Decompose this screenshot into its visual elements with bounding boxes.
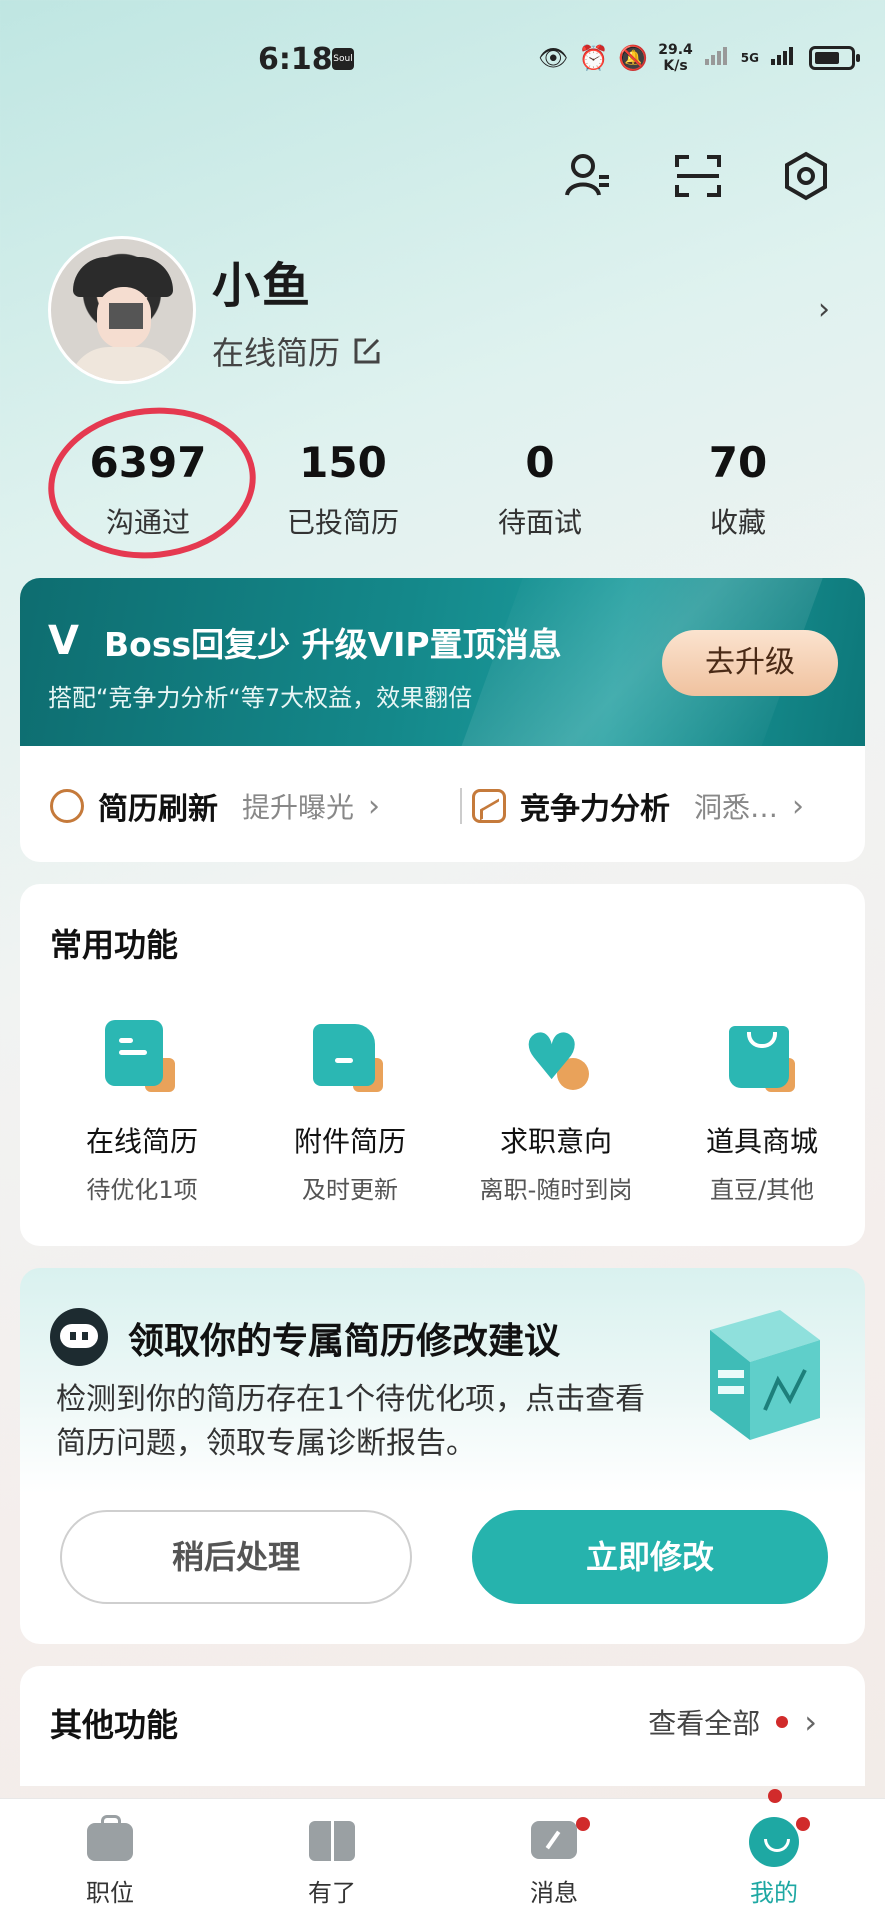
book-icon	[307, 1817, 357, 1863]
online-resume-link[interactable]: 在线简历	[212, 328, 382, 374]
advice-title: 领取你的专属简历修改建议	[128, 1321, 561, 1362]
view-all-link[interactable]: 查看全部 ›	[648, 1702, 817, 1742]
status-icons: 👁 ⏰ 🔕 29.4 K/s 5G	[538, 42, 860, 74]
tab-messages[interactable]: 消息	[494, 1817, 614, 1908]
section-title: 常用功能	[50, 926, 179, 964]
chevron-right-icon: ›	[804, 1703, 817, 1741]
stat-communicated[interactable]: 6397 沟通过	[58, 438, 238, 541]
scan-icon[interactable]	[670, 148, 726, 204]
section-title: 其他功能	[50, 1706, 179, 1744]
online-resume-label: 在线简历	[212, 334, 341, 372]
switch-identity-icon[interactable]	[560, 148, 616, 204]
func-attachment-resume[interactable]: 附件简历 及时更新	[250, 1020, 450, 1205]
me-extra-dot	[768, 1789, 782, 1803]
battery-icon	[809, 46, 860, 70]
status-time: 6:18	[258, 42, 333, 77]
vip-subtitle: 搭配“竞争力分析“等7大权益，效果翻倍	[48, 684, 473, 712]
upgrade-button[interactable]: 去升级	[662, 630, 838, 696]
cell-signal-icon	[769, 43, 799, 73]
briefcase-icon	[85, 1815, 135, 1863]
stat-applied[interactable]: 150 已投简历	[253, 438, 433, 541]
divider	[460, 788, 462, 824]
shopping-bag-icon	[725, 1020, 799, 1098]
mute-icon: 🔕	[618, 44, 649, 72]
trend-chart-icon	[472, 789, 506, 823]
advice-body: 检测到你的简历存在1个待优化项，点击查看简历问题，领取专属诊断报告。	[56, 1382, 646, 1461]
vip-title: Boss回复少 升级VIP置顶消息	[104, 625, 562, 664]
wifi-signal-icon	[703, 43, 731, 73]
tab-jobs[interactable]: 职位	[50, 1815, 170, 1908]
me-badge-dot	[796, 1817, 810, 1831]
avatar[interactable]	[48, 236, 196, 384]
func-item-store[interactable]: 道具商城 直豆/其他	[662, 1020, 862, 1205]
common-functions-card: 常用功能 在线简历 待优化1项 附件简历 及时更新 ♥ 求职意向 离职-随时到岗…	[20, 884, 865, 1246]
stat-favorites[interactable]: 70 收藏	[648, 438, 828, 541]
eye-icon: 👁	[538, 44, 569, 72]
resume-doc-icon	[105, 1020, 179, 1098]
message-icon	[529, 1817, 579, 1863]
report-cube-icon	[710, 1310, 820, 1440]
user-name: 小鱼	[212, 258, 313, 314]
net-speed: 29.4 K/s	[658, 42, 693, 74]
heart-icon: ♥	[519, 1020, 593, 1098]
resume-advice-card: 领取你的专属简历修改建议 检测到你的简历存在1个待优化项，点击查看简历问题，领取…	[20, 1268, 865, 1644]
competitiveness-link[interactable]: 竞争力分析 洞悉… ›	[472, 784, 804, 828]
chevron-right-icon: ›	[792, 788, 805, 824]
quick-links-bar: 简历刷新 提升曝光 › 竞争力分析 洞悉… ›	[20, 746, 865, 862]
stat-interviews[interactable]: 0 待面试	[450, 438, 630, 541]
folder-icon	[313, 1020, 387, 1098]
me-smile-icon	[749, 1817, 799, 1867]
edit-icon	[354, 338, 380, 364]
sim-app-icon: Soul	[332, 48, 354, 70]
handle-later-button[interactable]: 稍后处理	[60, 1510, 412, 1604]
other-functions-card: 其他功能 查看全部 ›	[20, 1666, 865, 1786]
edit-now-button[interactable]: 立即修改	[472, 1510, 828, 1604]
func-online-resume[interactable]: 在线简历 待优化1项	[42, 1020, 242, 1205]
settings-icon[interactable]	[778, 148, 834, 204]
resume-refresh-link[interactable]: 简历刷新 提升曝光 ›	[50, 784, 380, 828]
network-type: 5G	[740, 51, 759, 65]
new-badge-dot	[776, 1716, 789, 1728]
vip-logo-icon: V	[48, 618, 79, 664]
chevron-right-icon: ›	[368, 788, 381, 824]
func-job-intention[interactable]: ♥ 求职意向 离职-随时到岗	[456, 1020, 656, 1205]
profile-chevron-icon[interactable]: ›	[818, 292, 830, 327]
alarm-icon: ⏰	[578, 44, 609, 72]
refresh-icon	[50, 789, 84, 823]
vip-banner[interactable]: V Boss回复少 升级VIP置顶消息 搭配“竞争力分析“等7大权益，效果翻倍 …	[20, 578, 865, 746]
tab-youle[interactable]: 有了	[272, 1817, 392, 1908]
tab-bar: 职位 有了 消息 我的	[0, 1789, 885, 1921]
message-badge-dot	[576, 1817, 590, 1831]
tab-me[interactable]: 我的	[714, 1789, 834, 1908]
robot-icon	[50, 1308, 108, 1366]
